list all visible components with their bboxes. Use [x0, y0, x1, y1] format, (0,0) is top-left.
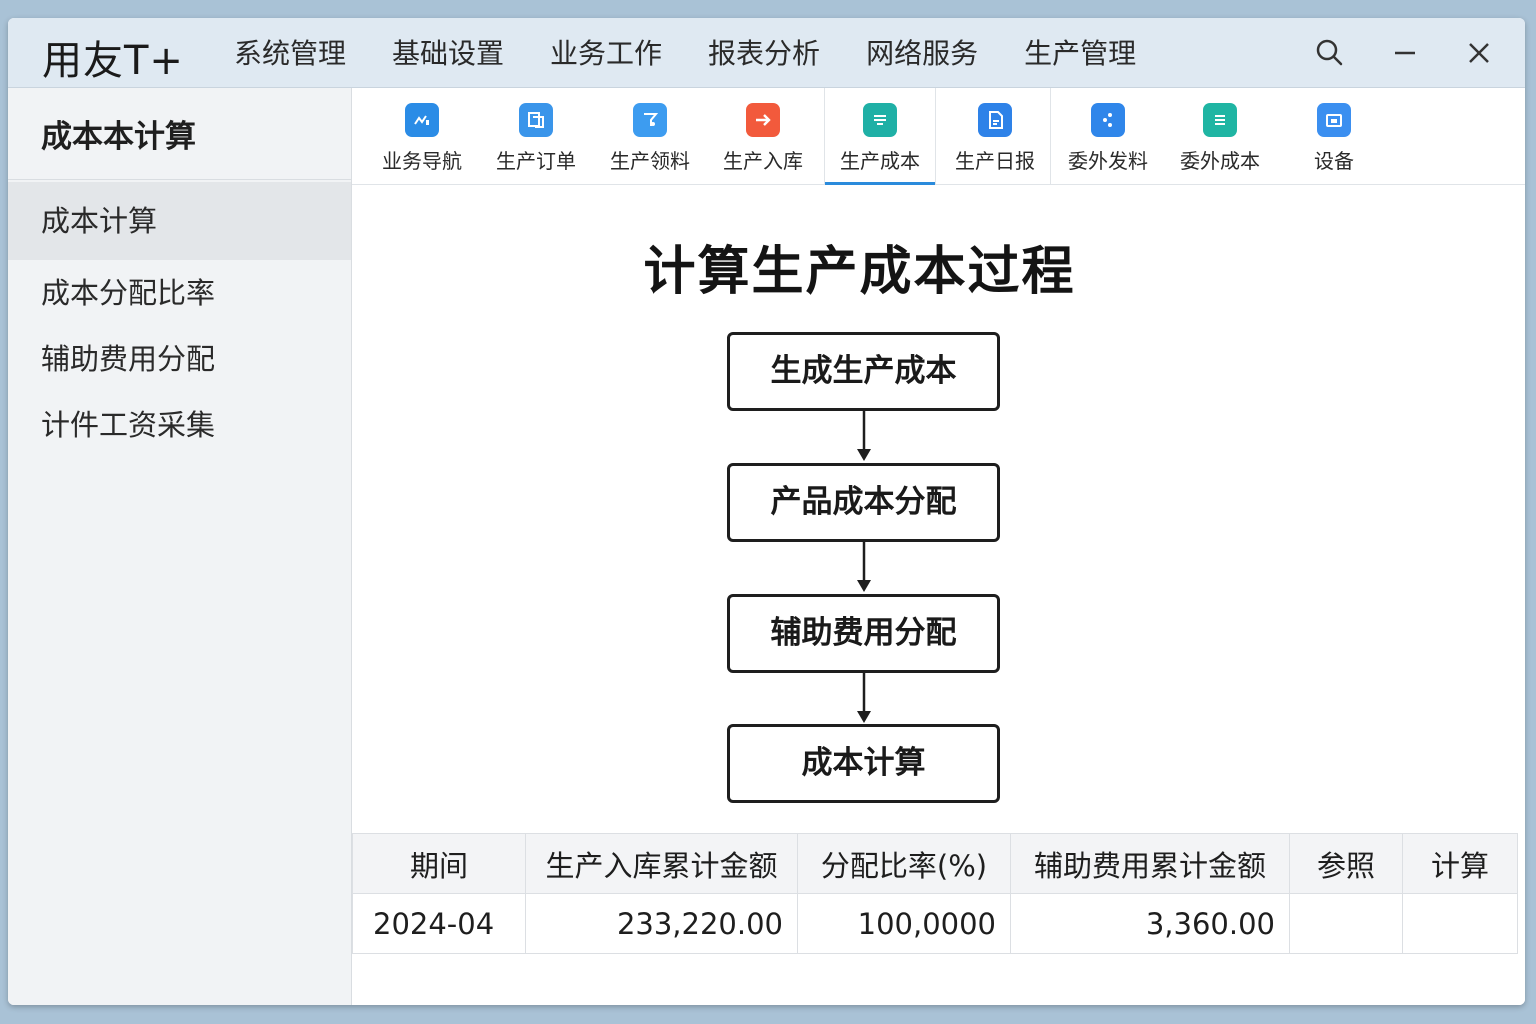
toolbar-divider [1050, 88, 1051, 184]
cost-table-grid: 期间 生产入库累计金额 分配比率(%) 辅助费用累计金额 参照 计算 2024-… [352, 833, 1518, 1005]
tool-label: 委外发料 [1068, 149, 1148, 173]
report-icon [978, 103, 1012, 137]
sidebar-item-cost-allocation-ratio[interactable]: 成本分配比率 [8, 260, 351, 326]
column-header-auxiliary-amount[interactable]: 辅助费用累计金额 [1010, 833, 1290, 894]
cell-auxiliary-amount[interactable]: 3,360.00 [1010, 893, 1290, 954]
table-row[interactable]: 2024-04 233,220.00 100,0000 3,360.00 [352, 893, 1518, 954]
column-header-calculate[interactable]: 计算 [1402, 833, 1518, 894]
flow-arrow [857, 673, 871, 723]
cell-period[interactable]: 2024-04 [352, 893, 526, 954]
app-window: 用友T+ 系统管理 基础设置 业务工作 报表分析 网络服务 生产管理 成本本计算… [8, 18, 1525, 1005]
dots-icon [1091, 103, 1125, 137]
menu-basic-settings[interactable]: 基础设置 [392, 18, 504, 88]
menu-system-management[interactable]: 系统管理 [234, 18, 346, 88]
tool-label: 生产入库 [723, 149, 803, 173]
cell-calculate[interactable] [1402, 893, 1518, 954]
tool-device[interactable]: 设备 [1278, 88, 1390, 184]
tool-production-cost[interactable]: 生产成本 [824, 88, 936, 185]
table-header-row: 期间 生产入库累计金额 分配比率(%) 辅助费用累计金额 参照 计算 [352, 833, 1518, 894]
tool-label: 业务导航 [382, 149, 462, 173]
flow-step-product-cost-allocation[interactable]: 产品成本分配 [727, 463, 1000, 542]
sidebar-item-cost-calculation[interactable]: 成本计算 [8, 182, 351, 260]
empty-cell [797, 953, 1011, 1005]
chart-icon [405, 103, 439, 137]
empty-cell [352, 953, 526, 1005]
material-icon [633, 103, 667, 137]
device-icon [1317, 103, 1351, 137]
empty-cell [1289, 953, 1403, 1005]
sidebar-list: 成本计算 成本分配比率 辅助费用分配 计件工资采集 [8, 180, 351, 458]
menu-network-service[interactable]: 网络服务 [866, 18, 978, 88]
flow-title: 计算生产成本过程 [643, 242, 1076, 302]
flow-step-generate-production-cost[interactable]: 生成生产成本 [727, 332, 1000, 411]
cost-icon [863, 103, 897, 137]
tool-label: 生产领料 [610, 149, 690, 173]
app-title: 用友T+ [42, 38, 184, 84]
tool-label: 设备 [1314, 149, 1354, 173]
cell-allocation-ratio[interactable]: 100,0000 [797, 893, 1011, 954]
document-icon [519, 103, 553, 137]
flow-panel: 计算生产成本过程 生成生产成本 产品成本分配 辅助费用分配 成本计算 [352, 185, 1525, 835]
minimize-icon[interactable] [1388, 36, 1422, 70]
list-icon [1203, 103, 1237, 137]
column-header-warehousing-amount[interactable]: 生产入库累计金额 [525, 833, 798, 894]
tool-label: 生产订单 [496, 149, 576, 173]
menu-business-work[interactable]: 业务工作 [550, 18, 662, 88]
title-bar: 用友T+ 系统管理 基础设置 业务工作 报表分析 网络服务 生产管理 [8, 18, 1525, 88]
tool-production-warehousing[interactable]: 生产入库 [707, 88, 819, 184]
tool-production-daily-report[interactable]: 生产日报 [939, 88, 1051, 184]
tool-outsourcing-cost[interactable]: 委外成本 [1164, 88, 1276, 184]
flow-step-auxiliary-expense-allocation[interactable]: 辅助费用分配 [727, 594, 1000, 673]
main-menu: 系统管理 基础设置 业务工作 报表分析 网络服务 生产管理 [234, 18, 1182, 88]
toolbar: 业务导航 生产订单 生产领料 生产入库 生产成本 生产日报 委外发料 委外成本 … [352, 88, 1525, 185]
tool-label: 生产成本 [840, 149, 920, 173]
tool-production-material-requisition[interactable]: 生产领料 [594, 88, 706, 184]
empty-cell [1010, 953, 1290, 1005]
empty-cell [1402, 953, 1518, 1005]
sidebar-title: 成本本计算 [8, 88, 351, 180]
tool-label: 委外成本 [1180, 149, 1260, 173]
empty-cell [525, 953, 798, 1005]
tool-label: 生产日报 [955, 149, 1035, 173]
flow-arrow [857, 542, 871, 592]
cell-warehousing-amount[interactable]: 233,220.00 [525, 893, 798, 954]
search-icon[interactable] [1313, 36, 1347, 70]
menu-production-management[interactable]: 生产管理 [1024, 18, 1136, 88]
tool-business-navigation[interactable]: 业务导航 [366, 88, 478, 184]
cost-table: 期间 生产入库累计金额 分配比率(%) 辅助费用累计金额 参照 计算 2024-… [352, 833, 1525, 1005]
menu-report-analysis[interactable]: 报表分析 [708, 18, 820, 88]
tool-production-order[interactable]: 生产订单 [480, 88, 592, 184]
tool-outsourcing-material-issue[interactable]: 委外发料 [1052, 88, 1164, 184]
sidebar: 成本本计算 成本计算 成本分配比率 辅助费用分配 计件工资采集 [8, 88, 352, 1005]
arrow-right-icon [746, 103, 780, 137]
cell-reference[interactable] [1289, 893, 1403, 954]
sidebar-item-piecework-wage-collection[interactable]: 计件工资采集 [8, 392, 351, 458]
close-icon[interactable] [1462, 36, 1496, 70]
flow-step-cost-calculation[interactable]: 成本计算 [727, 724, 1000, 803]
flow-arrow [857, 411, 871, 461]
sidebar-item-auxiliary-expense-allocation[interactable]: 辅助费用分配 [8, 326, 351, 392]
column-header-period[interactable]: 期间 [352, 833, 526, 894]
table-row-empty [352, 953, 1518, 1005]
column-header-reference[interactable]: 参照 [1289, 833, 1403, 894]
column-header-allocation-ratio[interactable]: 分配比率(%) [797, 833, 1011, 894]
